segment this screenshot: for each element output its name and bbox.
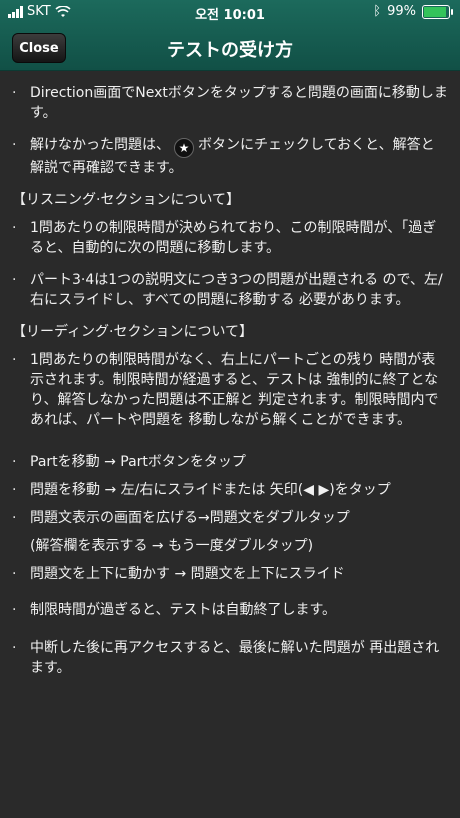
list-item: · 問題を移動 → 左/右にスライドまたは 矢印(◀ ▶)をタップ <box>12 480 448 500</box>
page-title: テストの受け方 <box>167 40 293 61</box>
help-text: 解けなかった問題は、 ★ ボタンにチェックしておくと、解答と解説で再確認できます。 <box>30 135 448 178</box>
list-item: · 解けなかった問題は、 ★ ボタンにチェックしておくと、解答と解説で再確認できます… <box>12 135 448 178</box>
help-content: · Direction画面でNextボタンをタップすると問題の画面に移動します。… <box>0 71 460 678</box>
bullet: · <box>12 272 17 288</box>
list-item: · Direction画面でNextボタンをタップすると問題の画面に移動します。 <box>12 83 448 123</box>
list-item: · 制限時間が過ぎると、テストは自動終了します。 <box>12 600 448 620</box>
help-text: パート3·4は1つの説明文につき3つの問題が出題される ので、左/右にスライドし… <box>30 272 443 308</box>
bullet: · <box>12 602 17 618</box>
help-text: 制限時間が過ぎると、テストは自動終了します。 <box>30 602 337 618</box>
star-check-icon: ★ <box>174 138 194 158</box>
listening-section-title: 【リスニング·セクションについて】 <box>12 192 241 208</box>
bullet: · <box>12 566 17 582</box>
list-item: · パート3·4は1つの説明文につき3つの問題が出題される ので、左/右にスライ… <box>12 270 448 310</box>
bullet: · <box>12 85 17 101</box>
bullet: · <box>12 454 17 470</box>
help-text-part: 解けなかった問題は、 <box>30 137 170 153</box>
bullet: · <box>12 640 17 656</box>
help-subtext: (解答欄を表示する → もう一度ダブルタップ) <box>30 538 314 554</box>
battery-icon <box>422 4 453 19</box>
battery-percent: 99% <box>387 4 416 19</box>
list-item: · 問題文表示の画面を広げる→問題文をダブルタップ <box>12 508 448 528</box>
list-item: · 中断した後に再アクセスすると、最後に解いた問題が 再出題されます。 <box>12 638 448 678</box>
help-text: 1問あたりの制限時間がなく、右上にパートごとの残り 時間が表示されます。制限時間… <box>30 352 439 428</box>
list-item: · Partを移動 → Partボタンをタップ <box>12 452 448 472</box>
help-text: 中断した後に再アクセスすると、最後に解いた問題が 再出題されます。 <box>30 640 440 676</box>
help-text: 問題を移動 → 左/右にスライドまたは 矢印(◀ ▶)をタップ <box>30 482 391 498</box>
bullet: · <box>12 137 17 153</box>
bullet: · <box>12 220 17 236</box>
help-text: Direction画面でNextボタンをタップすると問題の画面に移動します。 <box>30 85 448 121</box>
help-text: 1問あたりの制限時間が決められており、この制限時間が、｢過ぎると、自動的に次の問… <box>30 220 437 256</box>
header-bar: SKT 오전 10:01 ᛒ 99% Close テストの受け方 <box>0 0 460 71</box>
list-item: · 問題文を上下に動かす → 問題文を上下にスライド <box>12 564 448 584</box>
bullet: · <box>12 510 17 526</box>
bullet: · <box>12 482 17 498</box>
list-item: · 1問あたりの制限時間がなく、右上にパートごとの残り 時間が表示されます。制限… <box>12 350 448 430</box>
bluetooth-icon: ᛒ <box>373 4 382 19</box>
help-text: Partを移動 → Partボタンをタップ <box>30 454 246 470</box>
status-bar: SKT 오전 10:01 ᛒ 99% <box>0 0 460 24</box>
list-item: · 1問あたりの制限時間が決められており、この制限時間が、｢過ぎると、自動的に次… <box>12 218 448 258</box>
reading-section-title: 【リーディング·セクションについて】 <box>12 324 254 340</box>
bullet: · <box>12 352 17 368</box>
help-text: 問題文を上下に動かす → 問題文を上下にスライド <box>30 566 345 582</box>
help-text: 問題文表示の画面を広げる→問題文をダブルタップ <box>30 510 350 526</box>
